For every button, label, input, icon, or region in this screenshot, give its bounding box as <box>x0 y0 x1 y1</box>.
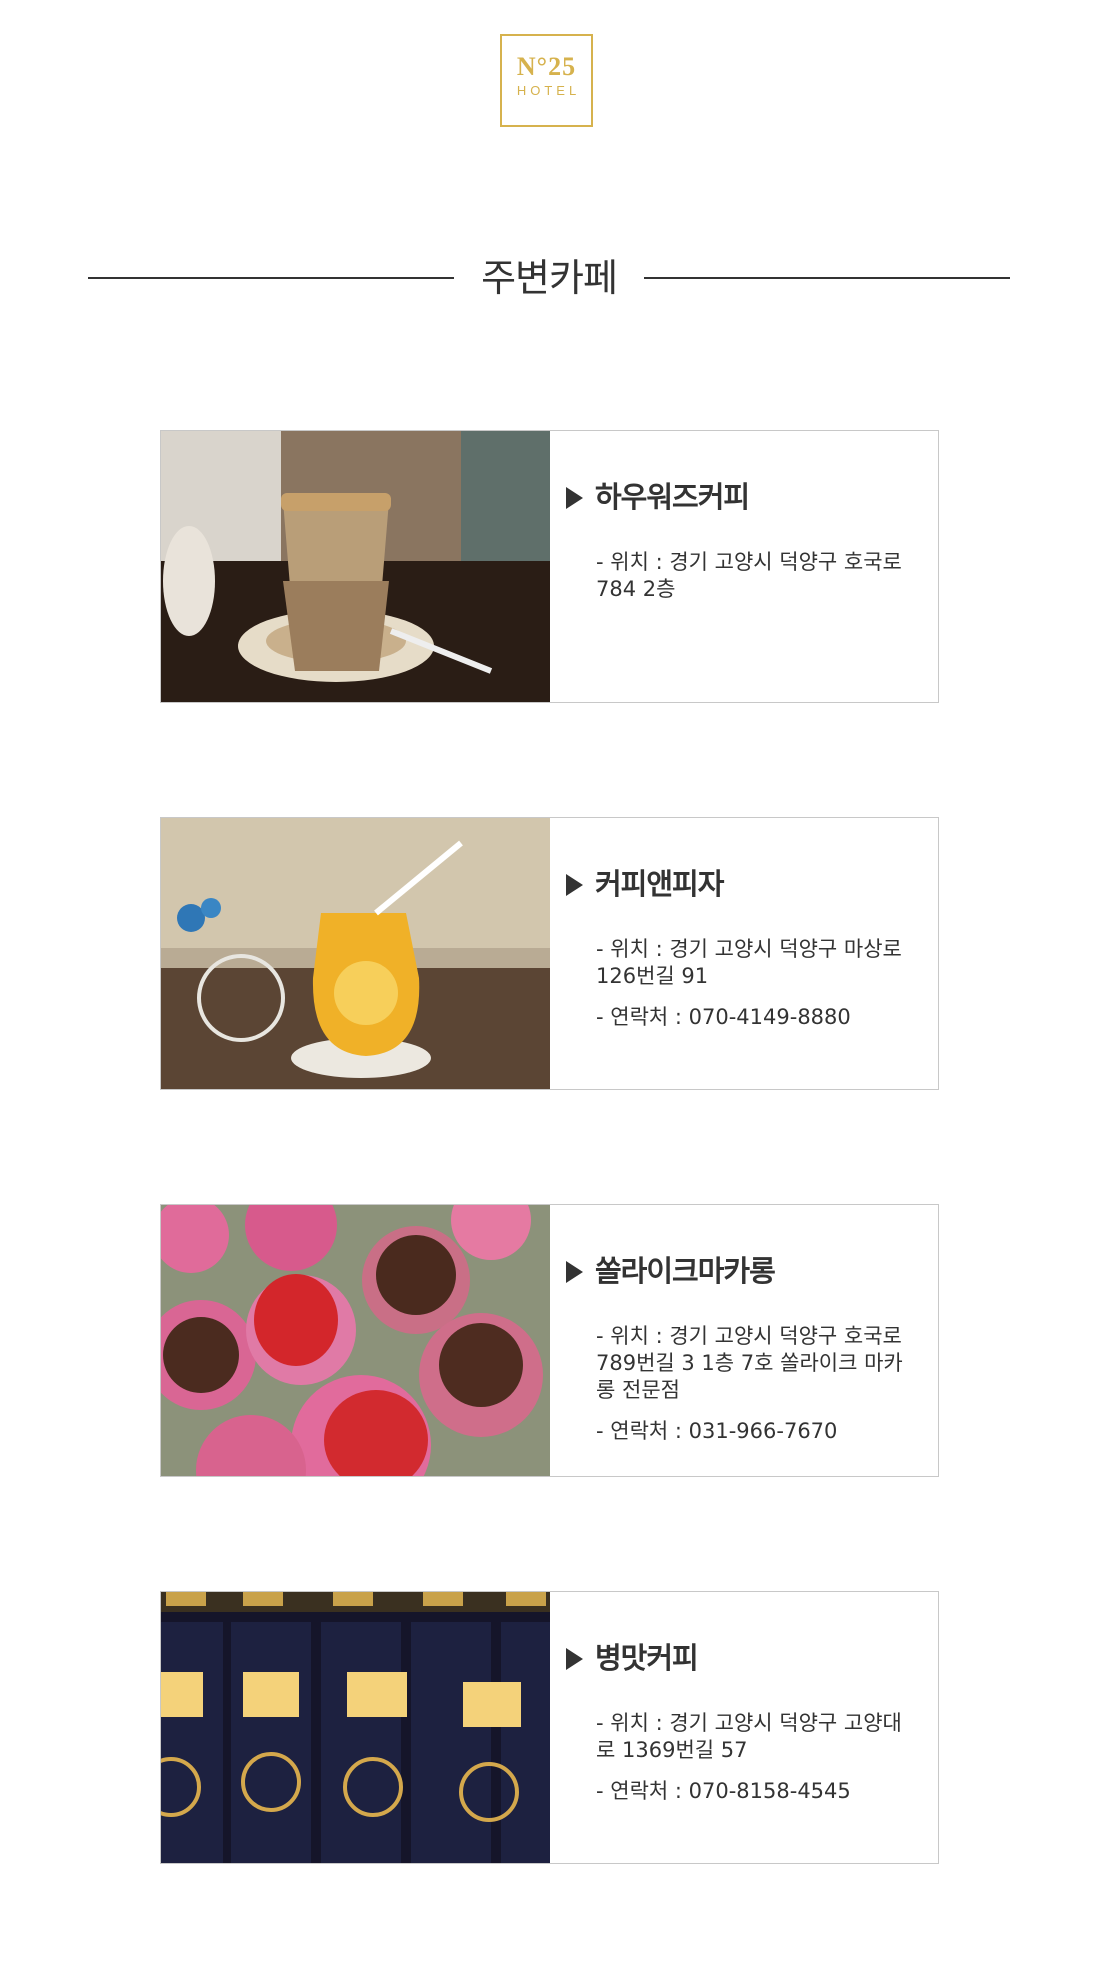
cafe-photo <box>161 1205 550 1476</box>
triangle-bullet-icon <box>566 874 583 896</box>
cafe-location: - 위치 : 경기 고양시 덕양구 호국로 784 2층 <box>596 550 902 601</box>
cafe-card: 커피앤피자 - 위치 : 경기 고양시 덕양구 마상로 126번길 91 - 연… <box>160 817 939 1090</box>
cafe-name: 병맛커피 <box>566 1638 699 1678</box>
hotel-logo[interactable]: N°25 HOTEL <box>500 34 593 127</box>
cafe-details: - 위치 : 경기 고양시 덕양구 마상로 126번길 91 - 연락처 : 0… <box>596 936 916 1045</box>
cafe-details: - 위치 : 경기 고양시 덕양구 호국로 784 2층 <box>596 549 916 617</box>
cafe-card: 하우워즈커피 - 위치 : 경기 고양시 덕양구 호국로 784 2층 <box>160 430 939 703</box>
cafe-name: 하우워즈커피 <box>566 477 750 517</box>
cafe-info: 병맛커피 - 위치 : 경기 고양시 덕양구 고양대로 1369번길 57 - … <box>550 1592 938 1863</box>
cafe-details: - 위치 : 경기 고양시 덕양구 호국로 789번길 3 1층 7호 쏠라이크… <box>596 1323 916 1459</box>
triangle-bullet-icon <box>566 1261 583 1283</box>
cafe-contact: - 연락처 : 070-8158-4545 <box>596 1779 851 1803</box>
cafe-info: 하우워즈커피 - 위치 : 경기 고양시 덕양구 호국로 784 2층 <box>550 431 938 702</box>
cafe-location: - 위치 : 경기 고양시 덕양구 호국로 789번길 3 1층 7호 쏠라이크… <box>596 1324 903 1402</box>
cafe-name: 쏠라이크마카롱 <box>566 1251 776 1291</box>
cafe-card: 쏠라이크마카롱 - 위치 : 경기 고양시 덕양구 호국로 789번길 3 1층… <box>160 1204 939 1477</box>
cafe-photo <box>161 818 550 1089</box>
cafe-name: 커피앤피자 <box>566 864 724 904</box>
section-header: 주변카페 <box>88 250 1010 306</box>
divider-right <box>644 277 1010 279</box>
cafe-contact: - 연락처 : 031-966-7670 <box>596 1419 838 1443</box>
logo-hotel-text: HOTEL <box>516 83 581 98</box>
cafe-contact: - 연락처 : 070-4149-8880 <box>596 1005 851 1029</box>
cafe-photo <box>161 431 550 702</box>
logo-number: N°25 <box>516 52 577 81</box>
cafe-photo <box>161 1592 550 1863</box>
cafe-location: - 위치 : 경기 고양시 덕양구 고양대로 1369번길 57 <box>596 1711 902 1762</box>
triangle-bullet-icon <box>566 1648 583 1670</box>
cafe-info: 커피앤피자 - 위치 : 경기 고양시 덕양구 마상로 126번길 91 - 연… <box>550 818 938 1089</box>
cafe-details: - 위치 : 경기 고양시 덕양구 고양대로 1369번길 57 - 연락처 :… <box>596 1710 916 1819</box>
cafe-card: 병맛커피 - 위치 : 경기 고양시 덕양구 고양대로 1369번길 57 - … <box>160 1591 939 1864</box>
triangle-bullet-icon <box>566 487 583 509</box>
cafe-info: 쏠라이크마카롱 - 위치 : 경기 고양시 덕양구 호국로 789번길 3 1층… <box>550 1205 938 1476</box>
cafe-location: - 위치 : 경기 고양시 덕양구 마상로 126번길 91 <box>596 937 902 988</box>
